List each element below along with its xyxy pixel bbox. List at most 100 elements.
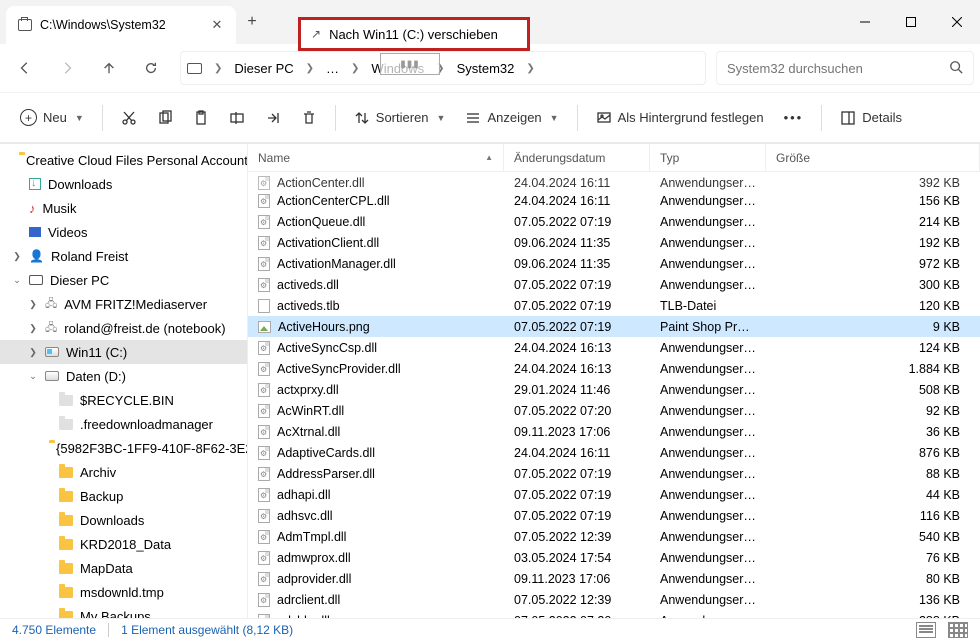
file-row[interactable]: AdmTmpl.dll07.05.2022 12:39Anwendungserw… [248,526,980,547]
refresh-button[interactable] [132,50,170,86]
file-row[interactable]: adprovider.dll09.11.2023 17:06Anwendungs… [248,568,980,589]
file-row[interactable]: activeds.dll07.05.2022 07:19Anwendungser… [248,274,980,295]
file-row[interactable]: adhapi.dll07.05.2022 07:19Anwendungserwe… [248,484,980,505]
chevron-icon[interactable]: ⌄ [28,371,38,382]
copy-button[interactable] [149,101,181,135]
breadcrumb[interactable]: ❯ Dieser PC ❯ … ❯ Windows ❯ System32 ❯ [180,51,706,85]
file-list[interactable]: Name▲ Änderungsdatum Typ Größe ActionCen… [248,144,980,618]
tree-item[interactable]: {5982F3BC-1FF9-410F-8F62-3E2 [0,436,247,460]
tree-item[interactable]: msdownld.tmp [0,580,247,604]
chevron-right-icon[interactable]: ❯ [520,63,540,74]
tree-item[interactable]: ❯Win11 (C:) [0,340,247,364]
file-row[interactable]: ActiveSyncCsp.dll24.04.2024 16:13Anwendu… [248,337,980,358]
file-row[interactable]: ActivationManager.dll09.06.2024 11:35Anw… [248,253,980,274]
drag-ghost-icon: ▮▮▮ [380,53,440,75]
col-size[interactable]: Größe [766,144,980,171]
file-row[interactable]: AcXtrnal.dll09.11.2023 17:06Anwendungser… [248,421,980,442]
tree-item[interactable]: MapData [0,556,247,580]
nav-tree[interactable]: Creative Cloud Files Personal Account Dow… [0,144,248,618]
file-row[interactable]: ActivationClient.dll09.06.2024 11:35Anwe… [248,232,980,253]
tree-label: Downloads [48,177,112,192]
col-name[interactable]: Name▲ [248,144,504,171]
file-row[interactable]: ActionQueue.dll07.05.2022 07:19Anwendung… [248,211,980,232]
file-row[interactable]: AddressParser.dll07.05.2022 07:19Anwendu… [248,463,980,484]
file-row[interactable]: activeds.tlb07.05.2022 07:19TLB-Datei120… [248,295,980,316]
chevron-right-icon[interactable]: ❯ [300,63,320,74]
chevron-icon[interactable]: ❯ [28,347,38,358]
file-row[interactable]: admwprox.dll03.05.2024 17:54Anwendungser… [248,547,980,568]
file-row[interactable]: ActiveSyncProvider.dll24.04.2024 16:13An… [248,358,980,379]
tree-item[interactable]: ❯🖧roland@freist.de (notebook) [0,316,247,340]
file-row[interactable]: adhsvc.dll07.05.2022 07:19Anwendungserwe… [248,505,980,526]
tree-item[interactable]: ❯🖧AVM FRITZ!Mediaserver [0,292,247,316]
maximize-button[interactable] [888,0,934,44]
file-type: Anwendungserwe... [650,278,766,292]
file-row[interactable]: AdaptiveCards.dll24.04.2024 16:11Anwendu… [248,442,980,463]
more-button[interactable]: ••• [776,101,812,135]
chevron-icon[interactable]: ❯ [12,251,22,262]
col-type[interactable]: Typ [650,144,766,171]
tree-item[interactable]: KRD2018_Data [0,532,247,556]
tree-item[interactable]: Archiv [0,460,247,484]
file-row[interactable]: ActiveHours.png07.05.2022 07:19Paint Sho… [248,316,980,337]
file-row[interactable]: ActionCenterCPL.dll24.04.2024 16:11Anwen… [248,190,980,211]
cut-button[interactable] [113,101,145,135]
tree-item[interactable]: $RECYCLE.BIN [0,388,247,412]
tree-item[interactable]: Downloads [0,172,247,196]
file-size: 116 KB [766,509,980,523]
file-row[interactable]: ActionCenter.dll24.04.2024 16:11Anwendun… [248,172,980,190]
set-background-button[interactable]: Als Hintergrund festlegen [588,101,772,135]
tab-active[interactable]: C:\Windows\System32 ✕ [6,6,236,44]
forward-button[interactable] [48,50,86,86]
view-grid-icon[interactable] [948,622,968,638]
search-input[interactable] [727,61,949,76]
tree-item[interactable]: Downloads [0,508,247,532]
back-button[interactable] [6,50,44,86]
tree-item[interactable]: ❯👤Roland Freist [0,244,247,268]
file-date: 29.01.2024 11:46 [504,383,650,397]
tree-item[interactable]: My Backups [0,604,247,618]
tree-item[interactable]: Backup [0,484,247,508]
chevron-icon[interactable]: ❯ [28,299,38,310]
delete-button[interactable] [293,101,325,135]
chevron-icon[interactable]: ⌄ [12,275,22,286]
tree-item[interactable]: ♪Musik [0,196,247,220]
rename-button[interactable] [221,101,253,135]
tree-item[interactable]: ⌄Dieser PC [0,268,247,292]
file-icon [258,446,270,460]
tree-item[interactable]: Creative Cloud Files Personal Account [0,148,247,172]
crumb-ellipsis[interactable]: … [322,59,343,78]
pc-icon [187,63,202,74]
tree-item[interactable]: ⌄Daten (D:) [0,364,247,388]
tree-item[interactable]: .freedownloadmanager [0,412,247,436]
file-row[interactable]: AcWinRT.dll07.05.2022 07:20Anwendungserw… [248,400,980,421]
close-window-button[interactable] [934,0,980,44]
details-pane-button[interactable]: Details [832,101,910,135]
paste-button[interactable] [185,101,217,135]
new-button[interactable]: + Neu ▼ [12,101,92,135]
sort-button[interactable]: Sortieren ▼ [346,101,454,135]
close-tab-icon[interactable]: ✕ [210,17,224,33]
file-date: 24.04.2024 16:11 [504,176,650,190]
chevron-right-icon[interactable]: ❯ [208,63,228,74]
file-type: Anwendungserwe... [650,509,766,523]
crumb-system32[interactable]: System32 [453,59,519,78]
file-size: 92 KB [766,404,980,418]
file-row[interactable]: adsldp.dll07.05.2022 07:20Anwendungserwe… [248,610,980,618]
search-icon[interactable] [949,60,963,77]
minimize-button[interactable] [842,0,888,44]
share-button[interactable] [257,101,289,135]
up-button[interactable] [90,50,128,86]
view-button[interactable]: Anzeigen ▼ [457,101,566,135]
chevron-icon[interactable]: ❯ [28,323,38,334]
search-box[interactable] [716,51,974,85]
file-row[interactable]: adrclient.dll07.05.2022 12:39Anwendungse… [248,589,980,610]
file-row[interactable]: actxprxy.dll29.01.2024 11:46Anwendungser… [248,379,980,400]
new-tab-button[interactable]: + [236,0,268,44]
chevron-right-icon[interactable]: ❯ [345,63,365,74]
col-date[interactable]: Änderungsdatum [504,144,650,171]
tree-item[interactable]: Videos [0,220,247,244]
crumb-dieser-pc[interactable]: Dieser PC [230,59,297,78]
file-name: ActiveSyncProvider.dll [277,362,401,376]
view-list-icon[interactable] [916,622,936,638]
